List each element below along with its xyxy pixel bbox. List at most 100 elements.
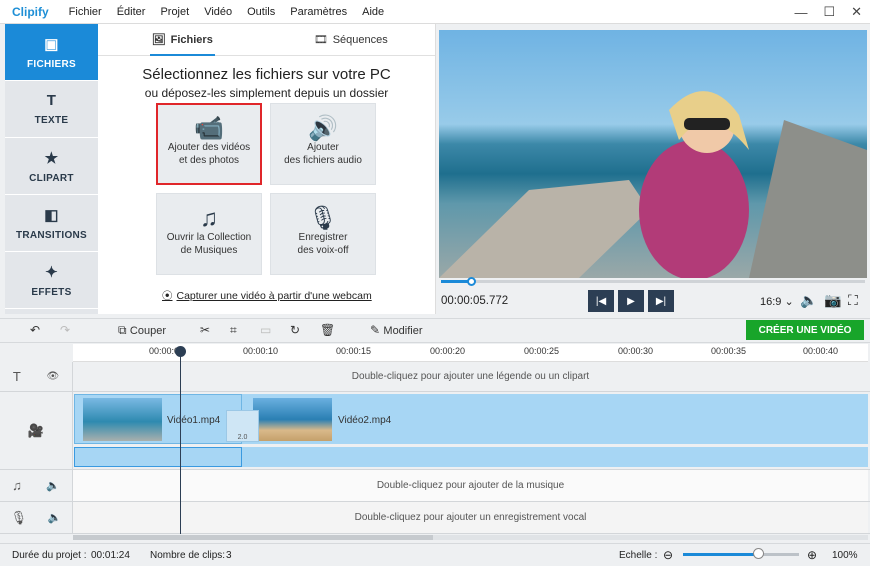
speaker-icon[interactable]: 🔈 <box>48 511 62 524</box>
image-icon: 🖼 <box>151 34 166 46</box>
fullscreen-icon[interactable]: ⛶ <box>848 292 858 309</box>
tab-label: Séquences <box>332 33 388 46</box>
create-video-button[interactable]: CRÉER UNE VIDÉO <box>746 320 864 340</box>
preview-frame <box>439 91 867 280</box>
microphone-icon: 🎙 <box>307 204 339 232</box>
clip2-subtrack[interactable] <box>242 447 868 467</box>
dress <box>639 140 749 280</box>
zoom-slider-handle[interactable] <box>753 548 764 559</box>
chevron-down-icon: ⌄ <box>784 296 794 308</box>
transitions-icon: ◧ <box>44 206 59 224</box>
undo-icon[interactable]: ↶ <box>30 323 40 337</box>
clip-count-label: Nombre de clips: <box>150 550 226 561</box>
caption-track: T 👁 Double-cliquez pour ajouter une lége… <box>0 362 870 392</box>
zoom-out-icon[interactable]: ⊖ <box>663 548 673 562</box>
music-drop-zone[interactable]: Double-cliquez pour ajouter de la musiqu… <box>73 470 868 501</box>
tab-sequences[interactable]: 🎞 Séquences <box>267 24 436 55</box>
nav-clipart[interactable]: ★ CLIPART <box>5 138 98 195</box>
maximize-button[interactable]: ☐ <box>823 4 835 20</box>
tile-line2: des fichiers audio <box>284 154 362 166</box>
panel-title: Sélectionnez les fichiers sur votre PC <box>142 66 391 83</box>
voice-track-header: 🎙 🔈 <box>0 502 73 533</box>
play-button[interactable]: ▶ <box>618 290 644 312</box>
volume-icon[interactable]: 🔈 <box>800 292 817 309</box>
split-icon: ⧉ <box>118 323 127 337</box>
aspect-ratio-select[interactable]: 16:9 ⌄ <box>760 295 794 308</box>
caption-drop-zone[interactable]: Double-cliquez pour ajouter une légende … <box>73 362 868 391</box>
menu-parametres[interactable]: Paramètres <box>290 6 347 18</box>
video-preview[interactable] <box>439 30 867 280</box>
text-icon: T <box>12 369 21 384</box>
timecode: 00:00:05.772 <box>441 295 509 307</box>
minimize-button[interactable]: — <box>794 5 807 20</box>
record-voiceover-tile[interactable]: 🎙 Enregistrer des voix-off <box>270 193 376 275</box>
visibility-icon[interactable]: 👁 <box>46 371 59 382</box>
timeline-scrollbar-thumb[interactable] <box>73 535 433 540</box>
previous-button[interactable]: |◀ <box>588 290 614 312</box>
speaker-icon[interactable]: 🔈 <box>46 479 60 492</box>
nav-transitions[interactable]: ◧ TRANSITIONS <box>5 195 98 252</box>
menu-video[interactable]: Vidéo <box>204 6 232 18</box>
nav-label: CLIPART <box>29 172 74 184</box>
clip-count: 3 <box>226 550 232 561</box>
seek-handle[interactable] <box>467 277 476 286</box>
menu-bar: Clipify Fichier Éditer Projet Vidéo Outi… <box>0 0 870 24</box>
zoom-in-icon[interactable]: ⊕ <box>807 548 817 562</box>
webcam-link[interactable]: ⦿ Capturer une vidéo à partir d'une webca… <box>162 288 372 303</box>
nav-effets[interactable]: ✦ EFFETS <box>5 252 98 309</box>
scissors-icon[interactable]: ✂ <box>200 323 210 337</box>
panel-tabs: 🖼 Fichiers 🎞 Séquences <box>98 24 435 56</box>
add-video-photo-tile[interactable]: 📹 Ajouter des vidéos et des photos <box>156 103 262 185</box>
star-icon: ★ <box>44 149 59 167</box>
nav-label: FICHIERS <box>26 58 77 70</box>
nav-label: EFFETS <box>31 286 72 298</box>
aspect-ratio-value: 16:9 <box>760 296 782 308</box>
clip1-subtrack[interactable] <box>74 447 242 467</box>
add-audio-tile[interactable]: 🔊 Ajouter des fichiers audio <box>270 103 376 185</box>
crop-icon[interactable]: ⌗ <box>230 323 237 338</box>
transition-duration: 2.0 <box>237 434 248 441</box>
rotate-icon[interactable]: ↻ <box>290 323 300 337</box>
skip-back-icon: |◀ <box>595 295 607 307</box>
files-panel: 🖼 Fichiers 🎞 Séquences Sélectionnez les … <box>98 24 436 314</box>
text-icon: T <box>46 92 57 109</box>
files-icon: ▣ <box>44 35 59 53</box>
webcam-icon: ⦿ <box>162 290 173 302</box>
edit-icon: ✎ <box>370 323 381 337</box>
video-track-header: 🎥 <box>0 392 73 469</box>
film-icon: 🎞 <box>313 34 328 46</box>
menu-fichier[interactable]: Fichier <box>69 6 102 18</box>
seek-track[interactable] <box>441 280 865 283</box>
tab-fichiers[interactable]: 🖼 Fichiers <box>98 24 267 56</box>
cut-button[interactable]: ⧉ Couper <box>118 323 166 338</box>
snapshot-icon[interactable]: 📷 <box>824 292 841 309</box>
menu-outils[interactable]: Outils <box>247 6 275 18</box>
nav-texte[interactable]: T TEXTE <box>5 81 98 138</box>
close-button[interactable]: ✕ <box>851 4 862 20</box>
tile-line2: et des photos <box>178 154 240 166</box>
menu-aide[interactable]: Aide <box>362 6 384 18</box>
trash-icon[interactable]: 🗑 <box>320 323 335 337</box>
nav-label: TEXTE <box>34 115 69 126</box>
music-collection-tile[interactable]: ♫ Ouvrir la Collection de Musiques <box>156 193 262 275</box>
cut-label: Couper <box>129 325 166 337</box>
voice-drop-zone[interactable]: Double-cliquez pour ajouter un enregistr… <box>73 502 868 533</box>
tile-line2: des voix-off <box>297 244 349 256</box>
modify-button[interactable]: ✎ Modifier <box>370 323 423 337</box>
redo-icon[interactable]: ↷ <box>60 323 70 337</box>
menu-projet[interactable]: Projet <box>160 6 189 18</box>
ruler-tick: 00:00:40 <box>803 346 839 356</box>
ruler-tick: 00:00:20 <box>430 346 466 356</box>
video-clip-2[interactable] <box>242 394 868 444</box>
next-button[interactable]: ▶| <box>648 290 674 312</box>
time-ruler[interactable]: 00:00:05 00:00:10 00:00:15 00:00:20 00:0… <box>73 344 868 362</box>
playhead-handle[interactable] <box>175 346 186 357</box>
nav-fichiers[interactable]: ▣ FICHIERS <box>5 24 98 81</box>
rocks <box>439 180 649 278</box>
project-duration: 00:01:24 <box>91 550 130 561</box>
frame-icon[interactable]: ▭ <box>260 323 271 337</box>
panel-subtitle: ou déposez-les simplement depuis un doss… <box>144 86 389 100</box>
transition-block[interactable]: 2.0 <box>226 410 259 442</box>
menu-editer[interactable]: Éditer <box>117 6 146 18</box>
play-icon: ▶ <box>627 295 635 307</box>
